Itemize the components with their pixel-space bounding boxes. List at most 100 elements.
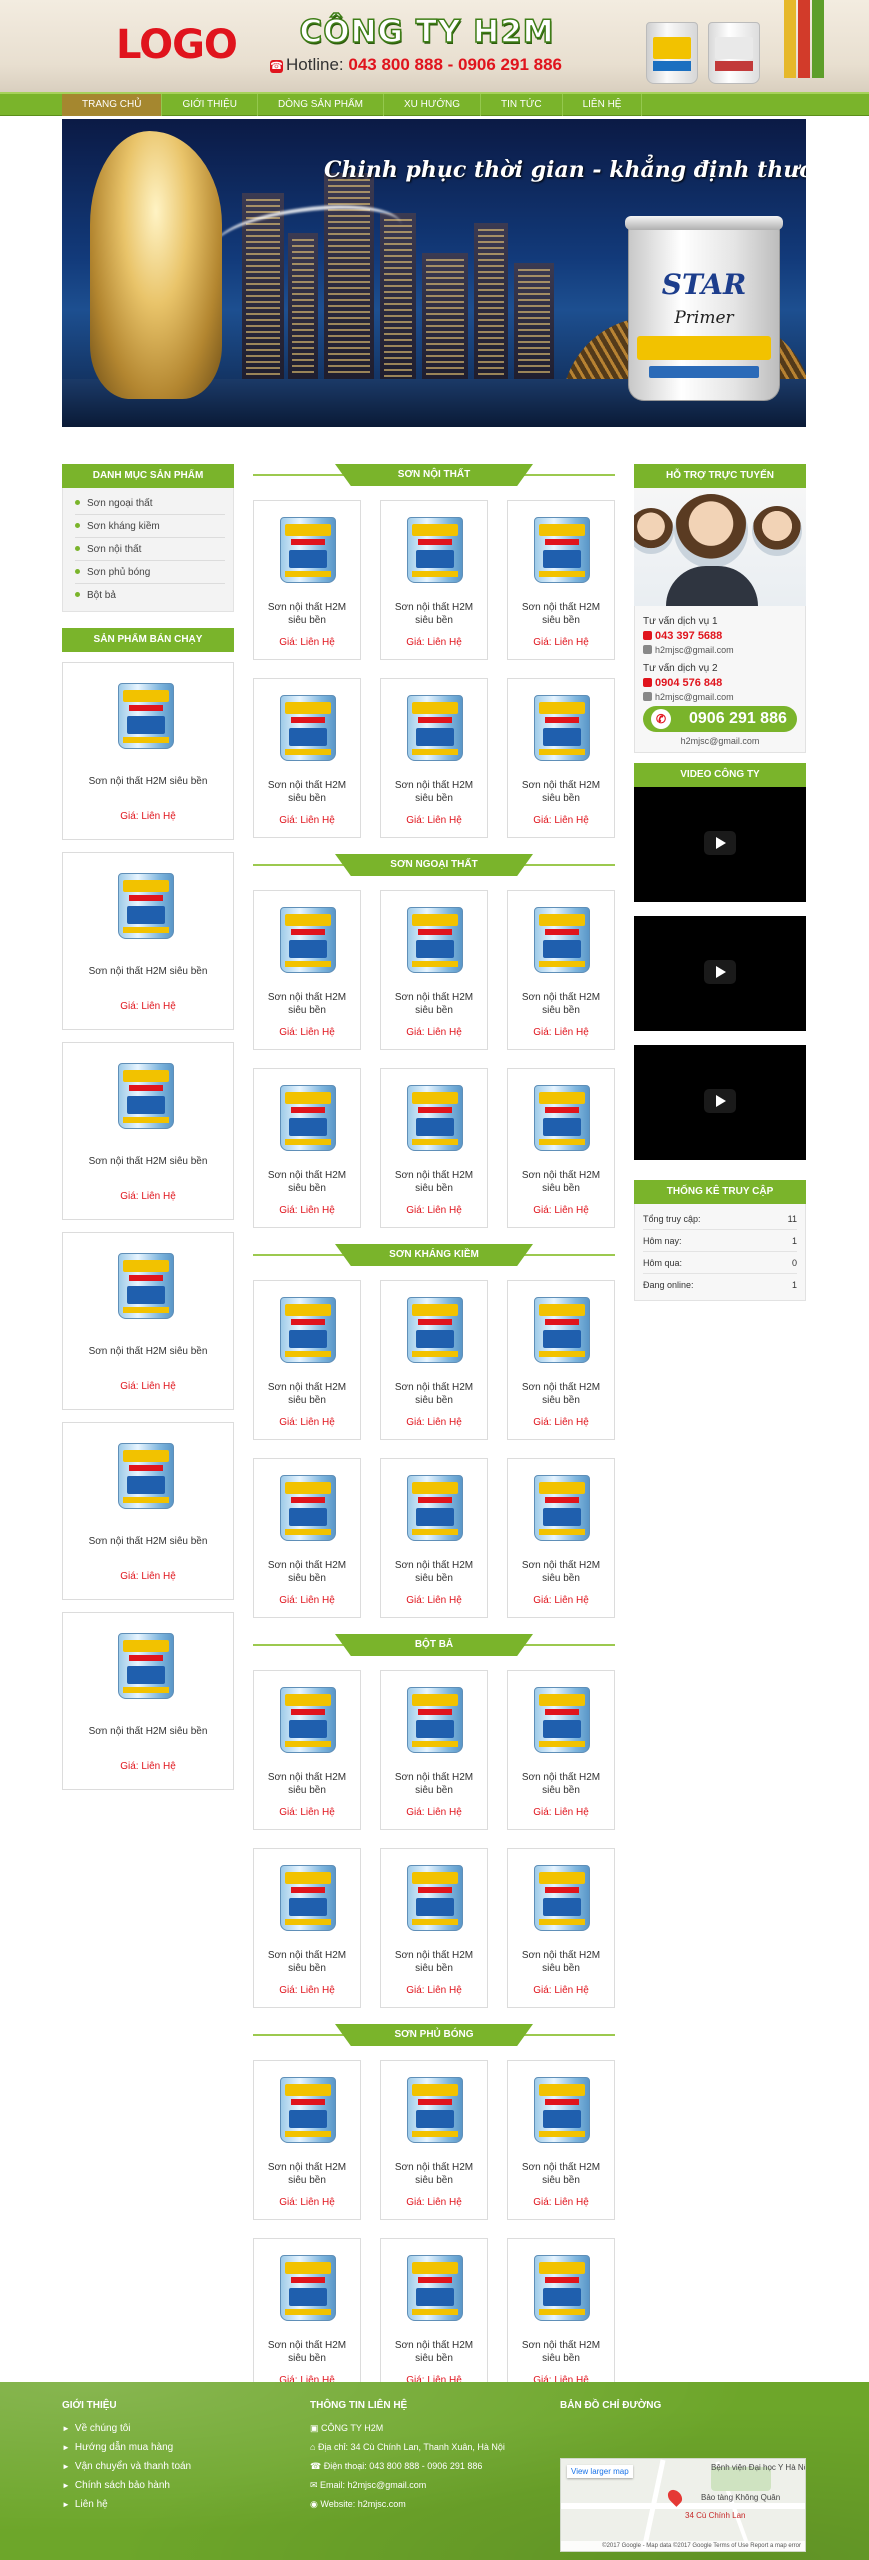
video-player[interactable]: [634, 1045, 806, 1160]
support-email-1[interactable]: h2mjsc@gmail.com: [643, 645, 797, 655]
site-logo[interactable]: LOGO: [116, 22, 238, 68]
product-card[interactable]: Sơn nội thất H2M siêu bền Giá: Liên Hệ: [253, 1280, 361, 1440]
product-card[interactable]: Sơn nội thất H2M siêu bền Giá: Liên Hệ: [380, 890, 488, 1050]
product-name[interactable]: Sơn nội thất H2M siêu bền: [385, 1169, 483, 1195]
product-card[interactable]: Sơn nội thất H2M siêu bền Giá: Liên Hệ: [507, 1670, 615, 1830]
product-name[interactable]: Sơn nội thất H2M siêu bền: [385, 1381, 483, 1407]
category-item[interactable]: Bột bả: [75, 584, 225, 607]
product-card[interactable]: Sơn nội thất H2M siêu bền Giá: Liên Hệ: [507, 500, 615, 660]
footer-email[interactable]: ✉ Email: h2mjsc@gmail.com: [310, 2476, 550, 2495]
product-name[interactable]: Sơn nội thất H2M siêu bền: [63, 1536, 233, 1547]
play-icon[interactable]: [704, 1089, 736, 1113]
product-card[interactable]: Sơn nội thất H2M siêu bền Giá: Liên Hệ: [380, 1848, 488, 2008]
support-email-2[interactable]: h2mjsc@gmail.com: [643, 692, 797, 702]
support-phone-2[interactable]: 0904 576 848: [643, 677, 797, 689]
product-name[interactable]: Sơn nội thất H2M siêu bền: [512, 1559, 610, 1585]
video-player[interactable]: [634, 916, 806, 1031]
footer-link[interactable]: ► Vận chuyển và thanh toán: [62, 2457, 282, 2476]
product-name[interactable]: Sơn nội thất H2M siêu bền: [512, 1771, 610, 1797]
product-card[interactable]: Sơn nội thất H2M siêu bền Giá: Liên Hệ: [380, 1670, 488, 1830]
nav-contact[interactable]: LIÊN HỆ: [563, 94, 643, 116]
product-card[interactable]: Sơn nội thất H2M siêu bền Giá: Liên Hệ: [253, 1848, 361, 2008]
nav-about[interactable]: GIỚI THIỆU: [162, 94, 258, 116]
hero-banner[interactable]: Chinh phục thời gian - khẳng định thương…: [62, 119, 806, 427]
product-card[interactable]: Sơn nội thất H2M siêu bền Giá: Liên Hệ: [507, 2060, 615, 2220]
product-card[interactable]: Sơn nội thất H2M siêu bền Giá: Liên Hệ: [380, 1280, 488, 1440]
product-name[interactable]: Sơn nội thất H2M siêu bền: [258, 1169, 356, 1195]
product-name[interactable]: Sơn nội thất H2M siêu bền: [512, 1169, 610, 1195]
product-card[interactable]: Sơn nội thất H2M siêu bền Giá: Liên Hệ: [507, 1848, 615, 2008]
product-name[interactable]: Sơn nội thất H2M siêu bền: [385, 779, 483, 805]
product-card[interactable]: Sơn nội thất H2M siêu bền Giá: Liên Hệ: [253, 678, 361, 838]
section-title[interactable]: SƠN PHỦ BÓNG: [335, 2024, 533, 2046]
product-card[interactable]: Sơn nội thất H2M siêu bền Giá: Liên Hệ: [380, 1458, 488, 1618]
category-item[interactable]: Sơn ngoại thất: [75, 492, 225, 515]
product-card[interactable]: Sơn nội thất H2M siêu bền Giá: Liên Hệ: [507, 1458, 615, 1618]
product-name[interactable]: Sơn nội thất H2M siêu bền: [63, 776, 233, 787]
product-name[interactable]: Sơn nội thất H2M siêu bền: [385, 2339, 483, 2365]
product-name[interactable]: Sơn nội thất H2M siêu bền: [63, 1726, 233, 1737]
product-name[interactable]: Sơn nội thất H2M siêu bền: [512, 991, 610, 1017]
product-card[interactable]: Sơn nội thất H2M siêu bền Giá: Liên Hệ: [380, 2060, 488, 2220]
footer-website[interactable]: ◉ Website: h2mjsc.com: [310, 2495, 550, 2514]
play-icon[interactable]: [704, 831, 736, 855]
category-item[interactable]: Sơn kháng kiềm: [75, 515, 225, 538]
product-card[interactable]: Sơn nội thất H2M siêu bền Giá: Liên Hệ: [253, 1068, 361, 1228]
category-item[interactable]: Sơn phủ bóng: [75, 561, 225, 584]
product-name[interactable]: Sơn nội thất H2M siêu bền: [258, 1771, 356, 1797]
product-card[interactable]: Sơn nội thất H2M siêu bền Giá: Liên Hệ: [507, 1280, 615, 1440]
hotline-button[interactable]: ✆ 0906 291 886: [643, 706, 797, 732]
product-name[interactable]: Sơn nội thất H2M siêu bền: [385, 1771, 483, 1797]
product-name[interactable]: Sơn nội thất H2M siêu bền: [512, 2161, 610, 2187]
product-name[interactable]: Sơn nội thất H2M siêu bền: [258, 2161, 356, 2187]
nav-news[interactable]: TIN TỨC: [481, 94, 563, 116]
footer-link[interactable]: ► Hướng dẫn mua hàng: [62, 2438, 282, 2457]
footer-link[interactable]: ► Chính sách bảo hành: [62, 2476, 282, 2495]
product-name[interactable]: Sơn nội thất H2M siêu bền: [258, 601, 356, 627]
product-name[interactable]: Sơn nội thất H2M siêu bền: [258, 1559, 356, 1585]
view-larger-map-link[interactable]: View larger map: [567, 2465, 633, 2478]
product-card[interactable]: Sơn nội thất H2M siêu bền Giá: Liên Hệ: [507, 890, 615, 1050]
product-name[interactable]: Sơn nội thất H2M siêu bền: [258, 1949, 356, 1975]
section-title[interactable]: SƠN KHÁNG KIỀM: [335, 1244, 533, 1266]
product-card[interactable]: Sơn nội thất H2M siêu bền Giá: Liên Hệ: [253, 500, 361, 660]
bestseller-card[interactable]: Sơn nội thất H2M siêu bền Giá: Liên Hệ: [62, 1232, 234, 1410]
bestseller-card[interactable]: Sơn nội thất H2M siêu bền Giá: Liên Hệ: [62, 662, 234, 840]
product-card[interactable]: Sơn nội thất H2M siêu bền Giá: Liên Hệ: [253, 1670, 361, 1830]
product-name[interactable]: Sơn nội thất H2M siêu bền: [258, 2339, 356, 2365]
section-title[interactable]: SƠN NGOẠI THẤT: [335, 854, 533, 876]
product-name[interactable]: Sơn nội thất H2M siêu bền: [385, 991, 483, 1017]
bestseller-card[interactable]: Sơn nội thất H2M siêu bền Giá: Liên Hệ: [62, 1422, 234, 1600]
product-name[interactable]: Sơn nội thất H2M siêu bền: [512, 2339, 610, 2365]
section-title[interactable]: SƠN NỘI THẤT: [335, 464, 533, 486]
product-name[interactable]: Sơn nội thất H2M siêu bền: [258, 779, 356, 805]
product-card[interactable]: Sơn nội thất H2M siêu bền Giá: Liên Hệ: [380, 678, 488, 838]
product-name[interactable]: Sơn nội thất H2M siêu bền: [512, 601, 610, 627]
product-name[interactable]: Sơn nội thất H2M siêu bền: [512, 779, 610, 805]
google-map[interactable]: View larger map Bệnh viện Đại học Y Hà N…: [560, 2458, 806, 2552]
product-card[interactable]: Sơn nội thất H2M siêu bền Giá: Liên Hệ: [253, 890, 361, 1050]
product-name[interactable]: Sơn nội thất H2M siêu bền: [385, 1949, 483, 1975]
product-card[interactable]: Sơn nội thất H2M siêu bền Giá: Liên Hệ: [253, 2238, 361, 2398]
footer-link[interactable]: ► Về chúng tôi: [62, 2419, 282, 2438]
footer-link[interactable]: ► Liên hệ: [62, 2495, 282, 2514]
bestseller-card[interactable]: Sơn nội thất H2M siêu bền Giá: Liên Hệ: [62, 1042, 234, 1220]
video-player[interactable]: [634, 787, 806, 902]
category-item[interactable]: Sơn nội thất: [75, 538, 225, 561]
product-card[interactable]: Sơn nội thất H2M siêu bền Giá: Liên Hệ: [507, 1068, 615, 1228]
product-card[interactable]: Sơn nội thất H2M siêu bền Giá: Liên Hệ: [253, 2060, 361, 2220]
product-name[interactable]: Sơn nội thất H2M siêu bền: [385, 2161, 483, 2187]
product-card[interactable]: Sơn nội thất H2M siêu bền Giá: Liên Hệ: [253, 1458, 361, 1618]
product-name[interactable]: Sơn nội thất H2M siêu bền: [385, 601, 483, 627]
product-card[interactable]: Sơn nội thất H2M siêu bền Giá: Liên Hệ: [380, 1068, 488, 1228]
product-name[interactable]: Sơn nội thất H2M siêu bền: [512, 1949, 610, 1975]
nav-trends[interactable]: XU HƯỚNG: [384, 94, 481, 116]
product-name[interactable]: Sơn nội thất H2M siêu bền: [512, 1381, 610, 1407]
product-card[interactable]: Sơn nội thất H2M siêu bền Giá: Liên Hệ: [507, 678, 615, 838]
bestseller-card[interactable]: Sơn nội thất H2M siêu bền Giá: Liên Hệ: [62, 1612, 234, 1790]
product-card[interactable]: Sơn nội thất H2M siêu bền Giá: Liên Hệ: [380, 2238, 488, 2398]
section-title[interactable]: BỘT BẢ: [335, 1634, 533, 1656]
product-card[interactable]: Sơn nội thất H2M siêu bền Giá: Liên Hệ: [380, 500, 488, 660]
product-name[interactable]: Sơn nội thất H2M siêu bền: [63, 966, 233, 977]
product-name[interactable]: Sơn nội thất H2M siêu bền: [63, 1346, 233, 1357]
